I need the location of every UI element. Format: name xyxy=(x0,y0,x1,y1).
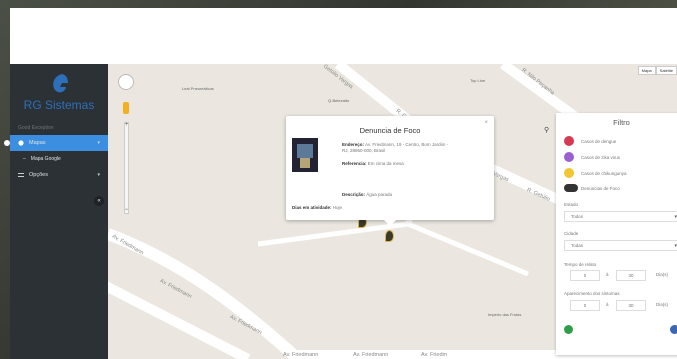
tempo-label: Tempo de relato xyxy=(564,262,597,267)
layer-label: Casos de chikungunya xyxy=(581,170,627,176)
poi-label: Top Line xyxy=(470,78,486,83)
layer-label: Casos de zika virus xyxy=(581,154,621,160)
zoom-in-button[interactable]: + xyxy=(124,122,129,128)
bullet-icon: – xyxy=(23,156,26,162)
street-label: Av. Friedmann xyxy=(353,352,389,358)
map-marker-denuncia[interactable] xyxy=(385,230,394,242)
map-type-control: Mapa Satélite xyxy=(637,66,677,75)
dengue-icon xyxy=(564,136,574,146)
zoom-slider[interactable]: + − xyxy=(124,122,129,214)
sidebar-item-opcoes[interactable]: Opções ▾ xyxy=(10,167,108,183)
chevron-down-icon: ▾ xyxy=(97,172,100,178)
descricao-row: Descrição: Água parada xyxy=(342,192,393,197)
report-photo xyxy=(292,138,318,172)
street-label: Av. Friedm xyxy=(421,352,448,358)
cidade-select[interactable]: Todas ▾ xyxy=(564,240,677,251)
popup-title: Denuncia de Foco xyxy=(359,126,421,135)
endereco-row-cont: RJ, 28660-000, Brasil xyxy=(342,148,386,153)
close-icon[interactable]: × xyxy=(484,120,488,126)
estado-value: Todos xyxy=(571,214,584,219)
tempo-to-input[interactable]: 30 xyxy=(616,270,646,281)
dias-row: Dias em atividade: Hoje xyxy=(292,205,343,210)
poi-label: Q-Belezatto xyxy=(328,98,350,103)
sintomas-from-input[interactable]: 0 xyxy=(570,300,600,311)
endereco-row: Endereço: Av. Friedmann, 19 - Centro, Bo… xyxy=(342,142,449,147)
info-window: Denuncia de Foco × Endereço: Av. Friedma… xyxy=(286,116,494,226)
layer-dengue-toggle[interactable]: Casos de dengue xyxy=(564,136,616,146)
estado-label: Estado xyxy=(564,202,579,207)
estado-select[interactable]: Todos ▾ xyxy=(564,211,677,222)
sidebar-item-mapas[interactable]: Mapas ▾ xyxy=(10,135,108,151)
map-type-satellite-button[interactable]: Satélite xyxy=(655,66,677,75)
map-canvas[interactable]: Getúlio Vargas R. Gu Av. Friedmann R. Ni… xyxy=(108,64,677,359)
street-label: Av. Friedmann xyxy=(283,352,319,358)
sidebar-item-label: Opções xyxy=(29,172,48,178)
search-filter-icon[interactable] xyxy=(670,325,677,334)
top-bar xyxy=(10,8,677,64)
street-view-pegman-icon[interactable] xyxy=(123,102,129,114)
filter-panel: Filtro Casos de dengue Casos de zika vir… xyxy=(556,113,677,355)
sidebar-item-label: Mapas xyxy=(29,140,46,146)
tempo-unit: Dia(s) xyxy=(656,272,668,277)
range-separator: à xyxy=(606,302,609,307)
poi-label: Leal Pneumáticos xyxy=(182,86,214,91)
zika-icon xyxy=(564,152,574,162)
reset-icon[interactable] xyxy=(564,325,573,334)
sintomas-to-input[interactable]: 30 xyxy=(616,300,646,311)
cidade-value: Todas xyxy=(571,243,584,248)
search-icon[interactable]: ⚲ xyxy=(544,126,549,134)
tempo-from-input[interactable]: 0 xyxy=(570,270,600,281)
logo: RG Sistemas xyxy=(10,72,108,122)
globe-icon xyxy=(18,140,24,146)
layer-denuncias-toggle[interactable]: Denuncias de Foco xyxy=(564,184,620,192)
cidade-label: Cidade xyxy=(564,231,579,236)
sintomas-label: Aparecimento dos sintomas xyxy=(564,291,620,296)
chevron-down-icon: ▾ xyxy=(97,140,100,146)
nav-header: Good Exception xyxy=(18,125,54,131)
referencia-row: Referencia: Em cima da mesa xyxy=(342,161,404,166)
sintomas-unit: Dia(s) xyxy=(656,302,668,307)
map-type-map-button[interactable]: Mapa xyxy=(637,66,656,75)
zoom-out-button[interactable]: − xyxy=(124,207,129,213)
app-window: RG Sistemas Good Exception Mapas ▾ – Map… xyxy=(10,8,677,359)
range-separator: à xyxy=(606,272,609,277)
gear-icon xyxy=(18,172,24,178)
collapse-sidebar-button[interactable]: « xyxy=(94,196,104,206)
layer-zika-toggle[interactable]: Casos de zika virus xyxy=(564,152,620,162)
pan-control-icon[interactable] xyxy=(118,74,134,90)
sidebar: RG Sistemas Good Exception Mapas ▾ – Map… xyxy=(10,64,108,359)
poi-label: Imperio das Frutas xyxy=(488,312,522,317)
layer-label: Denuncias de Foco xyxy=(581,185,620,191)
chikungunya-icon xyxy=(564,168,574,178)
sidebar-item-mapa-google[interactable]: – Mapa Google xyxy=(10,152,108,166)
logo-mark-icon xyxy=(53,74,68,93)
layer-chikungunya-toggle[interactable]: Casos de chikungunya xyxy=(564,168,627,178)
filter-title: Filtro xyxy=(613,118,630,127)
brand-name: RG Sistemas xyxy=(23,98,95,112)
sidebar-item-label: Mapa Google xyxy=(30,156,61,162)
toggle-switch[interactable] xyxy=(564,184,578,192)
layer-label: Casos de dengue xyxy=(581,138,617,144)
